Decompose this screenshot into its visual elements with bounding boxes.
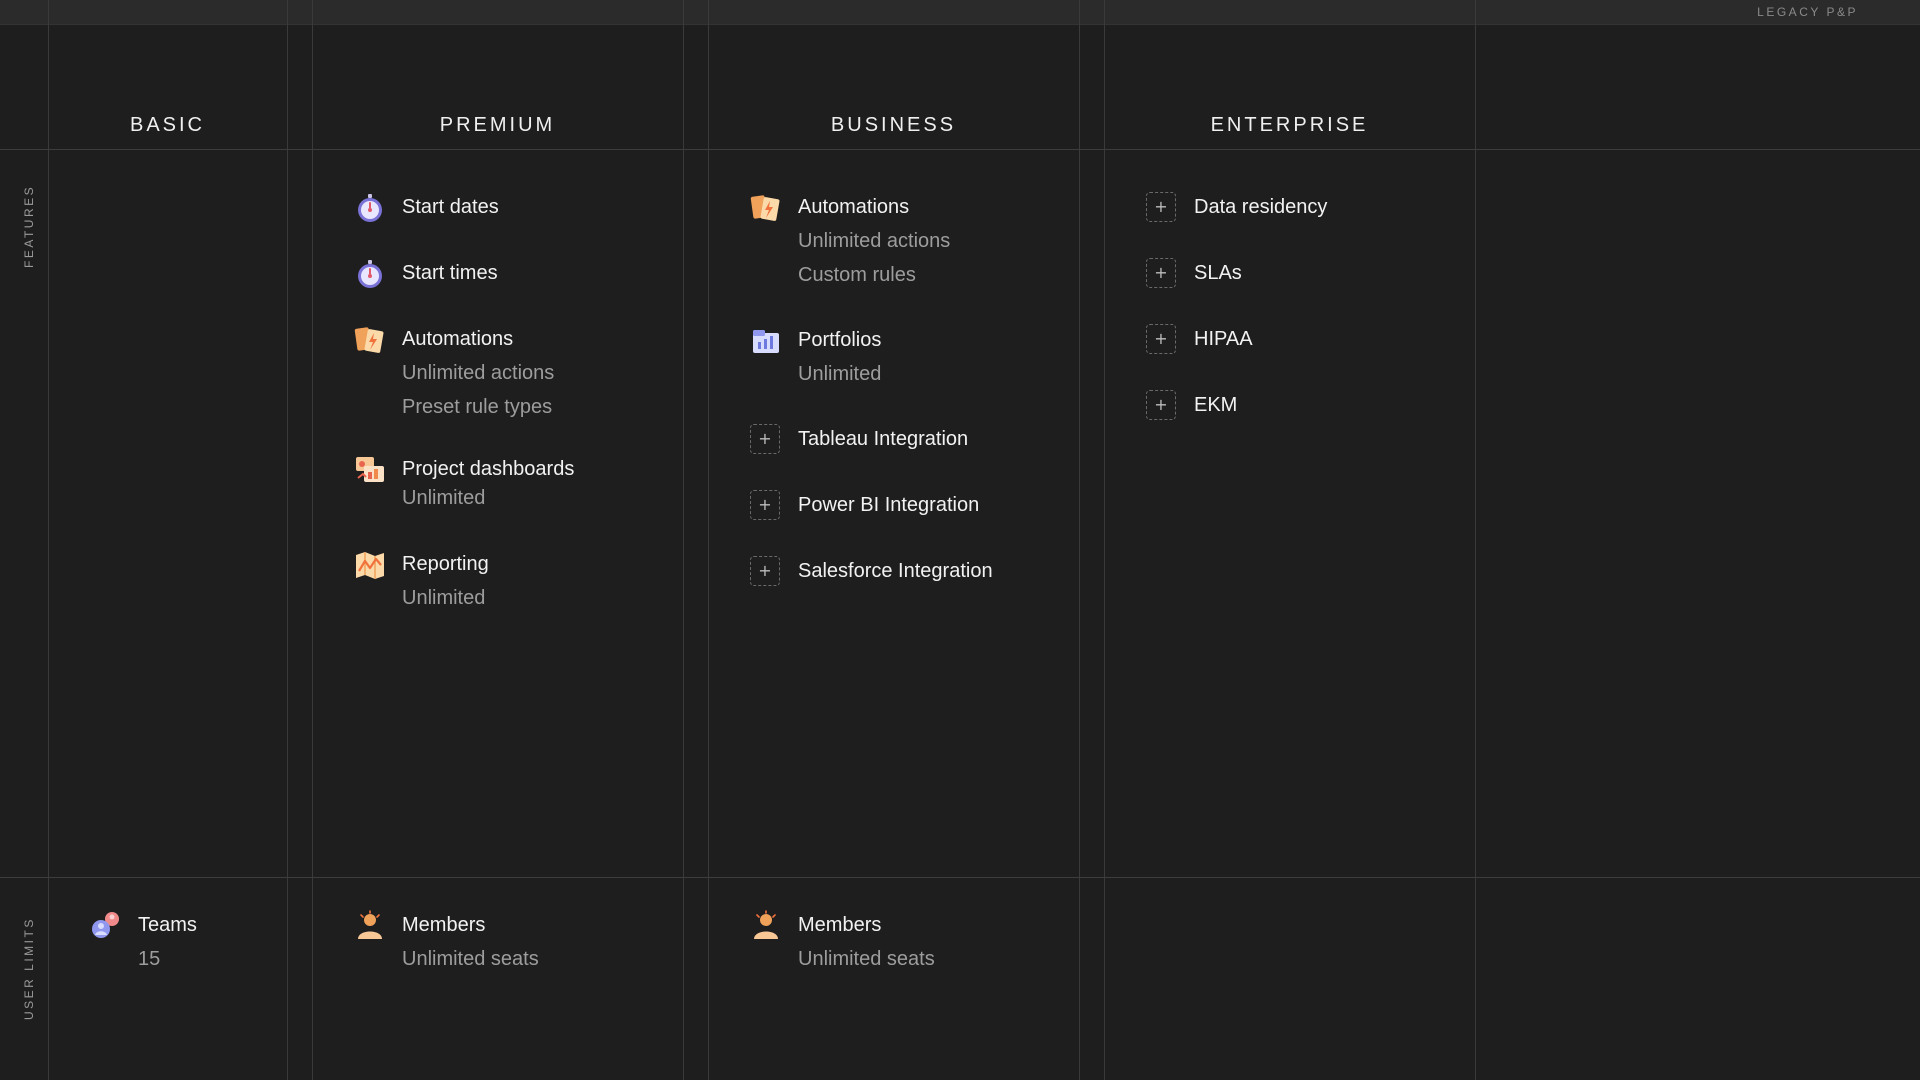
- limit-value: Unlimited seats: [798, 948, 935, 970]
- feature-title: Power BI Integration: [798, 494, 980, 516]
- person-icon: [354, 910, 386, 942]
- feature-detail: Unlimited: [402, 587, 486, 609]
- feature-detail: Unlimited actions: [402, 362, 555, 384]
- column-header-business: BUSINESS: [830, 114, 957, 136]
- lightning-cards-icon: [354, 324, 386, 356]
- feature-detail: Preset rule types: [402, 396, 553, 418]
- grid-line: [287, 0, 288, 1080]
- grid-line: [1079, 0, 1080, 1080]
- top-bar: LEGACY P&P: [0, 0, 1920, 25]
- feature-title: Start times: [402, 262, 498, 284]
- feature-detail: Unlimited actions: [798, 230, 951, 252]
- grid-line: [312, 0, 313, 1080]
- lightning-cards-icon: [750, 192, 782, 224]
- teams-icon: [90, 910, 122, 942]
- plus-icon[interactable]: +: [750, 424, 780, 454]
- plus-icon[interactable]: +: [1146, 390, 1176, 420]
- feature-detail: Custom rules: [798, 264, 916, 286]
- feature-title: Salesforce Integration: [798, 560, 993, 582]
- feature-title: Reporting: [402, 553, 489, 575]
- plus-icon[interactable]: +: [1146, 258, 1176, 288]
- grid-line: [708, 0, 709, 1080]
- feature-title: Portfolios: [798, 329, 882, 351]
- feature-title: Start dates: [402, 196, 499, 218]
- feature-title: Project dashboards: [402, 458, 575, 480]
- row-label-features: FEATURES: [22, 184, 36, 268]
- plus-icon[interactable]: +: [1146, 324, 1176, 354]
- feature-title: Automations: [798, 196, 910, 218]
- stopwatch-icon: [354, 258, 386, 290]
- feature-title: Automations: [402, 328, 514, 350]
- column-header-basic: BASIC: [129, 114, 206, 136]
- feature-detail: Unlimited: [798, 363, 882, 385]
- feature-detail: Unlimited: [402, 487, 486, 509]
- map-icon: [354, 549, 386, 581]
- grid-line: [1104, 0, 1105, 1080]
- limit-title: Members: [798, 914, 882, 936]
- plus-icon[interactable]: +: [750, 490, 780, 520]
- section-divider: [0, 877, 1920, 878]
- plus-icon[interactable]: +: [1146, 192, 1176, 222]
- header-divider: [0, 149, 1920, 150]
- row-label-user-limits: USER LIMITS: [22, 917, 36, 1020]
- grid-line: [683, 0, 684, 1080]
- feature-title: HIPAA: [1194, 328, 1253, 350]
- limit-title: Teams: [138, 914, 197, 936]
- limit-value: Unlimited seats: [402, 948, 539, 970]
- plus-icon[interactable]: +: [750, 556, 780, 586]
- brand-label: LEGACY P&P: [1757, 5, 1858, 19]
- feature-title: SLAs: [1194, 262, 1242, 284]
- limit-value: 15: [138, 948, 161, 970]
- column-header-enterprise: ENTERPRISE: [1210, 114, 1369, 136]
- person-icon: [750, 910, 782, 942]
- grid-line: [1475, 0, 1476, 1080]
- feature-title: EKM: [1194, 394, 1238, 416]
- limit-title: Members: [402, 914, 486, 936]
- feature-title: Tableau Integration: [798, 428, 969, 450]
- dashboard-icon: [354, 454, 386, 486]
- grid-line: [48, 0, 49, 1080]
- feature-title: Data residency: [1194, 196, 1328, 218]
- stopwatch-icon: [354, 192, 386, 224]
- column-header-premium: PREMIUM: [439, 114, 556, 136]
- portfolio-icon: [750, 325, 782, 357]
